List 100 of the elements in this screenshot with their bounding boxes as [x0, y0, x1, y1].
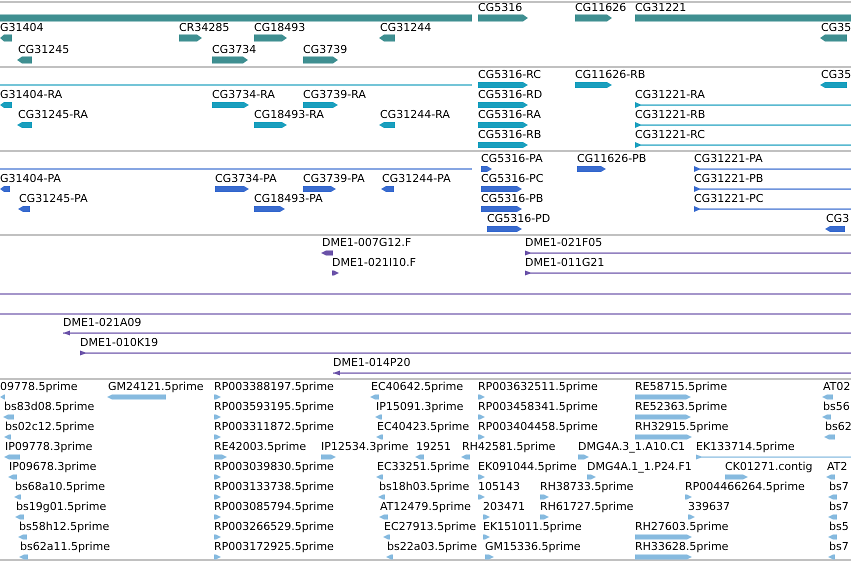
feature-glyph[interactable]: [0, 102, 12, 108]
feature-label: CG31221: [635, 2, 686, 14]
feature-glyph[interactable]: [17, 122, 32, 128]
feature-glyph[interactable]: [0, 34, 12, 42]
feature-label: DME1-021F05: [525, 237, 602, 249]
feature-glyph[interactable]: [254, 34, 287, 42]
feature-label: DME1-011G21: [525, 257, 604, 269]
feature-line[interactable]: [0, 293, 851, 295]
feature-label: EC27913.5prime: [384, 521, 476, 533]
feature-glyph[interactable]: [379, 34, 395, 42]
feature-glyph[interactable]: [478, 102, 528, 108]
feature-label: DME1-010K19: [80, 337, 158, 349]
feature-label: CG3734-PA: [215, 173, 277, 185]
feature-glyph[interactable]: [379, 122, 395, 128]
feature-glyph[interactable]: [481, 166, 492, 172]
feature-glyph[interactable]: [80, 350, 851, 356]
feature-glyph[interactable]: [478, 82, 528, 88]
feature-label: CG3734-RA: [212, 89, 275, 101]
feature-label: 203471: [483, 501, 525, 513]
feature-label: RP003404458.5prime: [478, 421, 598, 433]
feature-label: DME1-021I10.F: [332, 257, 416, 269]
feature-label: bs18h03.5prime: [379, 481, 470, 493]
feature-label: EC40423.5prime: [377, 421, 470, 433]
feature-glyph[interactable]: [212, 56, 248, 64]
feature-glyph[interactable]: [179, 34, 202, 42]
feature-glyph[interactable]: [254, 122, 287, 128]
feature-glyph[interactable]: [575, 14, 612, 22]
feature-label: DME1-021A09: [63, 317, 142, 329]
feature-label: bs22a03.5prime: [387, 541, 477, 553]
feature-glyph[interactable]: [694, 206, 851, 212]
feature-glyph[interactable]: [63, 330, 851, 336]
feature-glyph[interactable]: [332, 270, 339, 276]
feature-label: RP003458341.5prime: [478, 401, 598, 413]
feature-glyph[interactable]: [525, 270, 851, 276]
feature-label: RE42003.5prime: [214, 441, 306, 453]
feature-label: bs58h12.5prime: [19, 521, 110, 533]
feature-glyph[interactable]: [321, 250, 333, 256]
feature-glyph[interactable]: [575, 82, 612, 88]
feature-glyph[interactable]: [481, 186, 522, 192]
feature-glyph[interactable]: [303, 186, 336, 192]
feature-glyph[interactable]: [303, 102, 338, 108]
feature-label: RP004466264.5prime: [685, 481, 805, 493]
feature-glyph[interactable]: [825, 226, 845, 232]
feature-glyph[interactable]: [215, 186, 249, 192]
feature-glyph[interactable]: [820, 82, 847, 88]
feature-glyph[interactable]: [212, 102, 249, 108]
feature-label: AT12479.5prime: [380, 501, 471, 513]
feature-label: CG31245: [18, 44, 70, 56]
feature-label: 105143: [478, 481, 520, 493]
feature-glyph[interactable]: [478, 122, 528, 128]
feature-glyph[interactable]: [487, 226, 522, 232]
feature-label: CG3739: [303, 44, 348, 56]
feature-label: bs68a10.5prime: [15, 481, 105, 493]
feature-label: DMG4A.3_1.A10.C1: [578, 441, 686, 453]
feature-label: CG3734: [212, 44, 256, 56]
feature-label: CG18493-RA: [254, 109, 324, 121]
feature-glyph[interactable]: [577, 166, 606, 172]
feature-label: DME1-007G12.F: [322, 237, 412, 249]
feature-label: RP003311872.5prime: [214, 421, 334, 433]
feature-glyph[interactable]: [820, 34, 847, 42]
feature-glyph[interactable]: [478, 142, 528, 148]
feature-label: CG35: [821, 69, 851, 81]
feature-line[interactable]: [0, 84, 472, 86]
feature-glyph[interactable]: [18, 206, 30, 212]
feature-label: CG31221-PB: [694, 173, 764, 185]
feature-glyph[interactable]: [381, 186, 394, 192]
feature-label: 09778.5prime: [0, 381, 78, 393]
feature-glyph[interactable]: [635, 122, 851, 128]
feature-glyph[interactable]: [478, 14, 528, 22]
feature-glyph[interactable]: [694, 166, 851, 172]
feature-label: bs7: [829, 481, 849, 493]
feature-glyph[interactable]: [525, 250, 851, 256]
feature-label: RE58715.5prime: [635, 381, 728, 393]
feature-glyph[interactable]: [0, 186, 10, 192]
feature-glyph[interactable]: [694, 186, 851, 192]
feature-glyph[interactable]: [303, 56, 338, 64]
feature-label: RH38733.5prime: [540, 481, 634, 493]
feature-glyph[interactable]: [635, 142, 851, 148]
feature-glyph[interactable]: [17, 56, 32, 64]
feature-label: AT2: [827, 461, 848, 473]
feature-glyph[interactable]: [333, 370, 851, 376]
feature-label: CG5316-PA: [481, 153, 543, 165]
feature-label: RP003388197.5prime: [214, 381, 334, 393]
feature-glyph[interactable]: [635, 102, 851, 108]
feature-glyph[interactable]: [481, 206, 522, 212]
feature-label: bs56: [823, 401, 850, 413]
feature-glyph[interactable]: [254, 206, 285, 212]
feature-label: CG31244: [380, 22, 432, 34]
feature-label: CG31221-RA: [635, 89, 705, 101]
feature-label: CG5316-RC: [478, 69, 541, 81]
feature-line[interactable]: [0, 168, 472, 170]
feature-label: CG31221-PA: [694, 153, 763, 165]
feature-label: CG11626: [575, 2, 626, 14]
feature-label: G31404: [0, 22, 44, 34]
feature-line[interactable]: [0, 313, 851, 315]
feature-label: IP09678.3prime: [9, 461, 96, 473]
feature-label: CG5316-RB: [478, 129, 542, 141]
feature-label: 19251: [416, 441, 451, 453]
feature-label: RH42581.5prime: [462, 441, 556, 453]
feature-label: DME1-014P20: [333, 357, 411, 369]
